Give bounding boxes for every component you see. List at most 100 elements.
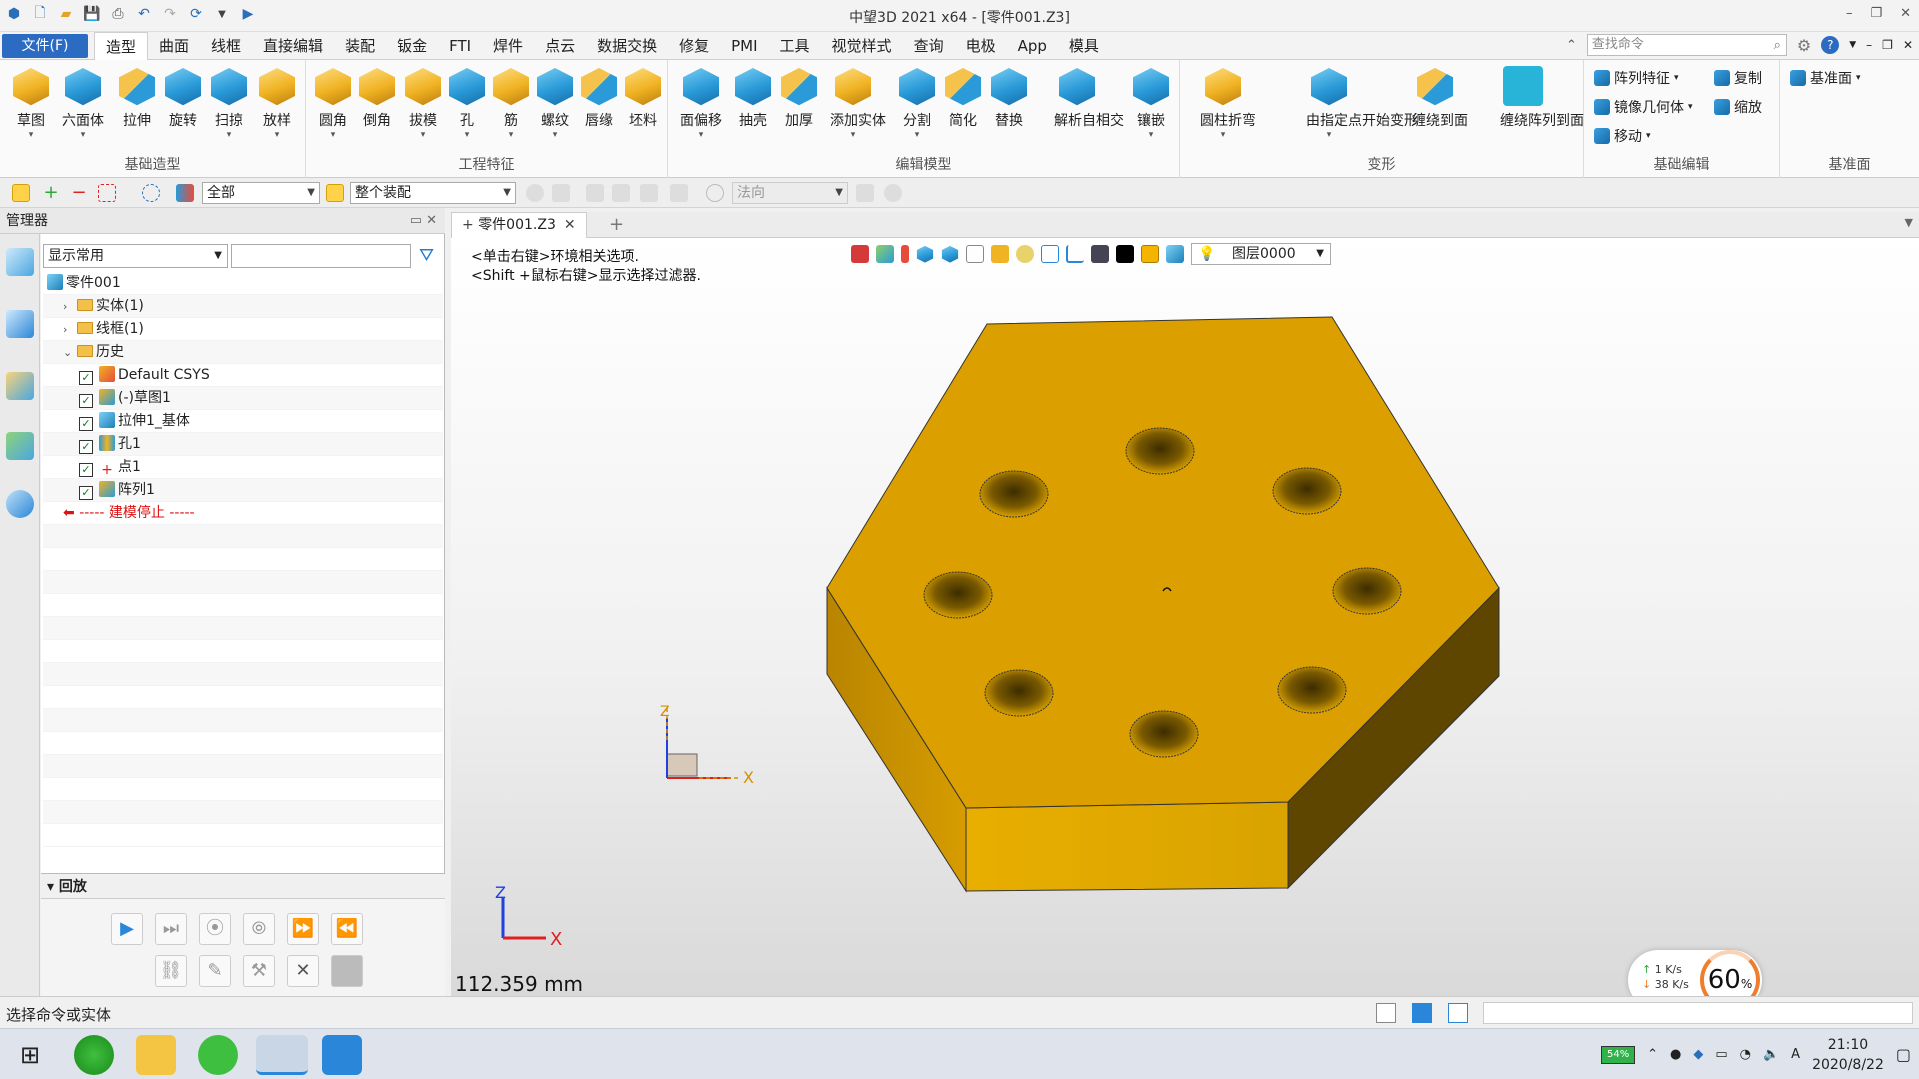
- draft-button[interactable]: 拔模 ▾: [400, 66, 446, 140]
- edit-pencil-button[interactable]: ✎: [199, 955, 231, 987]
- replace-button[interactable]: 替换: [986, 66, 1032, 130]
- file-menu-button[interactable]: 文件(F): [2, 34, 88, 58]
- front-side-face[interactable]: [965, 801, 1289, 892]
- clock[interactable]: 21:10 2020/8/22: [1812, 1035, 1884, 1075]
- tree-node[interactable]: ✓ Default CSYS: [43, 364, 443, 387]
- pattern-feature-button[interactable]: 阵列特征 ▾: [1594, 68, 1679, 88]
- hole-top-left[interactable]: [979, 470, 1049, 518]
- tree-node[interactable]: › 线框(1): [43, 318, 443, 341]
- delete-button[interactable]: ✕: [287, 955, 319, 987]
- ribbon-tab[interactable]: PMI: [720, 32, 768, 60]
- status-input-box[interactable]: [1483, 1002, 1913, 1024]
- extrude-button[interactable]: 拉伸: [114, 66, 160, 130]
- visibility-checkbox[interactable]: ✓: [79, 440, 93, 454]
- tree-node[interactable]: ⬅ ----- 建模停止 -----: [43, 502, 443, 525]
- ribbon-tab[interactable]: 视觉样式: [821, 32, 903, 60]
- command-search-input[interactable]: 查找命令 ⌕: [1586, 34, 1787, 56]
- ribbon-tab[interactable]: 查询: [903, 32, 955, 60]
- part-tab-icon[interactable]: [6, 372, 34, 400]
- origin-csys[interactable]: X Z: [660, 704, 754, 787]
- shell-button[interactable]: 抽壳: [730, 66, 776, 130]
- ribbon-tab[interactable]: FTI: [438, 32, 482, 60]
- revolve-button[interactable]: 旋转: [160, 66, 206, 130]
- chamfer-button[interactable]: 倒角: [354, 66, 400, 130]
- ribbon-tab[interactable]: 修复: [668, 32, 720, 60]
- fast-forward-button[interactable]: ⏩: [287, 913, 319, 945]
- dropbox-icon[interactable]: ◆: [1693, 1047, 1703, 1062]
- filter-funnel-icon[interactable]: ⛛: [419, 246, 439, 266]
- wrap-to-face-button[interactable]: 缠绕到面: [1412, 66, 1468, 130]
- play-button[interactable]: ▶: [111, 913, 143, 945]
- thicken-button[interactable]: 加厚: [776, 66, 822, 130]
- help-icon[interactable]: ?: [1821, 36, 1840, 54]
- cylinder-bend-button[interactable]: 圆柱折弯 ▾: [1200, 66, 1256, 140]
- history-tree-tab-icon[interactable]: [6, 248, 34, 276]
- hole-button[interactable]: 孔 ▾: [444, 66, 490, 140]
- doc-restore-button[interactable]: ❐: [1882, 38, 1893, 52]
- hex-block[interactable]: [826, 316, 1500, 893]
- thread-button[interactable]: 螺纹 ▾: [532, 66, 578, 140]
- ribbon-tab[interactable]: 造型: [94, 32, 149, 61]
- hole-bottom-left[interactable]: [984, 669, 1054, 717]
- browser-icon[interactable]: [74, 1035, 114, 1075]
- face-offset-button[interactable]: 面偏移 ▾: [678, 66, 724, 140]
- sweep-button[interactable]: 扫掠 ▾: [206, 66, 252, 140]
- qq-icon[interactable]: ●: [1670, 1047, 1681, 1062]
- doc-minimize-button[interactable]: –: [1866, 38, 1872, 52]
- document-tab[interactable]: + 零件001.Z3 ✕: [451, 212, 587, 238]
- self-intersect-button[interactable]: 解析自相交: [1054, 66, 1124, 130]
- fillet-button[interactable]: 圆角 ▾: [310, 66, 356, 140]
- hole-top-right[interactable]: [1272, 467, 1342, 515]
- tray-expand-icon[interactable]: ⌃: [1647, 1047, 1658, 1062]
- restore-button[interactable]: ❐: [1870, 6, 1882, 21]
- tree-search-input[interactable]: [231, 244, 411, 268]
- status-view-icon[interactable]: [1376, 1003, 1396, 1023]
- hole-right[interactable]: [1332, 567, 1402, 615]
- remove-icon[interactable]: −: [70, 184, 88, 202]
- add-icon[interactable]: +: [42, 184, 60, 202]
- visibility-checkbox[interactable]: ✓: [79, 486, 93, 500]
- ribbon-tab[interactable]: 工具: [769, 32, 821, 60]
- battery-indicator[interactable]: 54%: [1601, 1045, 1636, 1064]
- emboss-button[interactable]: 镶嵌 ▾: [1128, 66, 1174, 140]
- ribbon-tab[interactable]: 直接编辑: [252, 32, 334, 60]
- zw3d-taskbar-icon[interactable]: [256, 1035, 308, 1075]
- new-tab-icon[interactable]: +: [609, 214, 624, 235]
- ribbon-tab[interactable]: 电极: [955, 32, 1007, 60]
- visibility-checkbox[interactable]: ✓: [79, 463, 93, 477]
- hole-bottom-right[interactable]: [1277, 666, 1347, 714]
- tree-node[interactable]: ✓ (-)草图1: [43, 387, 443, 410]
- datum-plane-button[interactable]: 基准面 ▾: [1790, 68, 1861, 88]
- add-solid-button[interactable]: 添加实体 ▾: [830, 66, 886, 140]
- hole-left[interactable]: [923, 571, 993, 619]
- step-into-button[interactable]: ⦿: [199, 913, 231, 945]
- box-select-icon[interactable]: [98, 184, 116, 202]
- settings-gear-icon[interactable]: ⚙: [1797, 36, 1811, 55]
- direction-combo[interactable]: 法向 ▼: [732, 182, 848, 204]
- lasso-select-icon[interactable]: [142, 184, 160, 202]
- point-deform-button[interactable]: 由指定点开始变形 ▾: [1306, 66, 1418, 140]
- box-button[interactable]: 六面体 ▾: [60, 66, 106, 140]
- status-list-icon[interactable]: [1448, 1003, 1468, 1023]
- ime-icon[interactable]: A: [1791, 1047, 1800, 1062]
- step-forward-button[interactable]: ⏭: [155, 913, 187, 945]
- link-button[interactable]: ⛓: [155, 955, 187, 987]
- file-explorer-icon[interactable]: [136, 1035, 176, 1075]
- tree-node[interactable]: ✓ 阵列1: [43, 479, 443, 502]
- ribbon-tab[interactable]: 线框: [200, 32, 252, 60]
- move-button[interactable]: 移动 ▾: [1594, 126, 1651, 146]
- stock-button[interactable]: 坯料: [620, 66, 666, 130]
- rewind-button[interactable]: ⏪: [331, 913, 363, 945]
- tree-node[interactable]: ✓ + 点1: [43, 456, 443, 479]
- hole-top[interactable]: [1125, 427, 1195, 475]
- manager-pin-close[interactable]: ▭ ✕: [410, 208, 437, 234]
- ribbon-tab[interactable]: 装配: [334, 32, 386, 60]
- ribbon-tab[interactable]: 数据交换: [586, 32, 668, 60]
- sketch-button[interactable]: 草图 ▾: [8, 66, 54, 140]
- ribbon-tab[interactable]: 焊件: [482, 32, 534, 60]
- stop-button[interactable]: [331, 955, 363, 987]
- tab-overflow-icon[interactable]: ▼: [1905, 216, 1913, 229]
- volume-icon[interactable]: 🔈: [1763, 1047, 1779, 1062]
- minimize-button[interactable]: –: [1846, 6, 1853, 21]
- notifications-icon[interactable]: ▢: [1896, 1045, 1911, 1064]
